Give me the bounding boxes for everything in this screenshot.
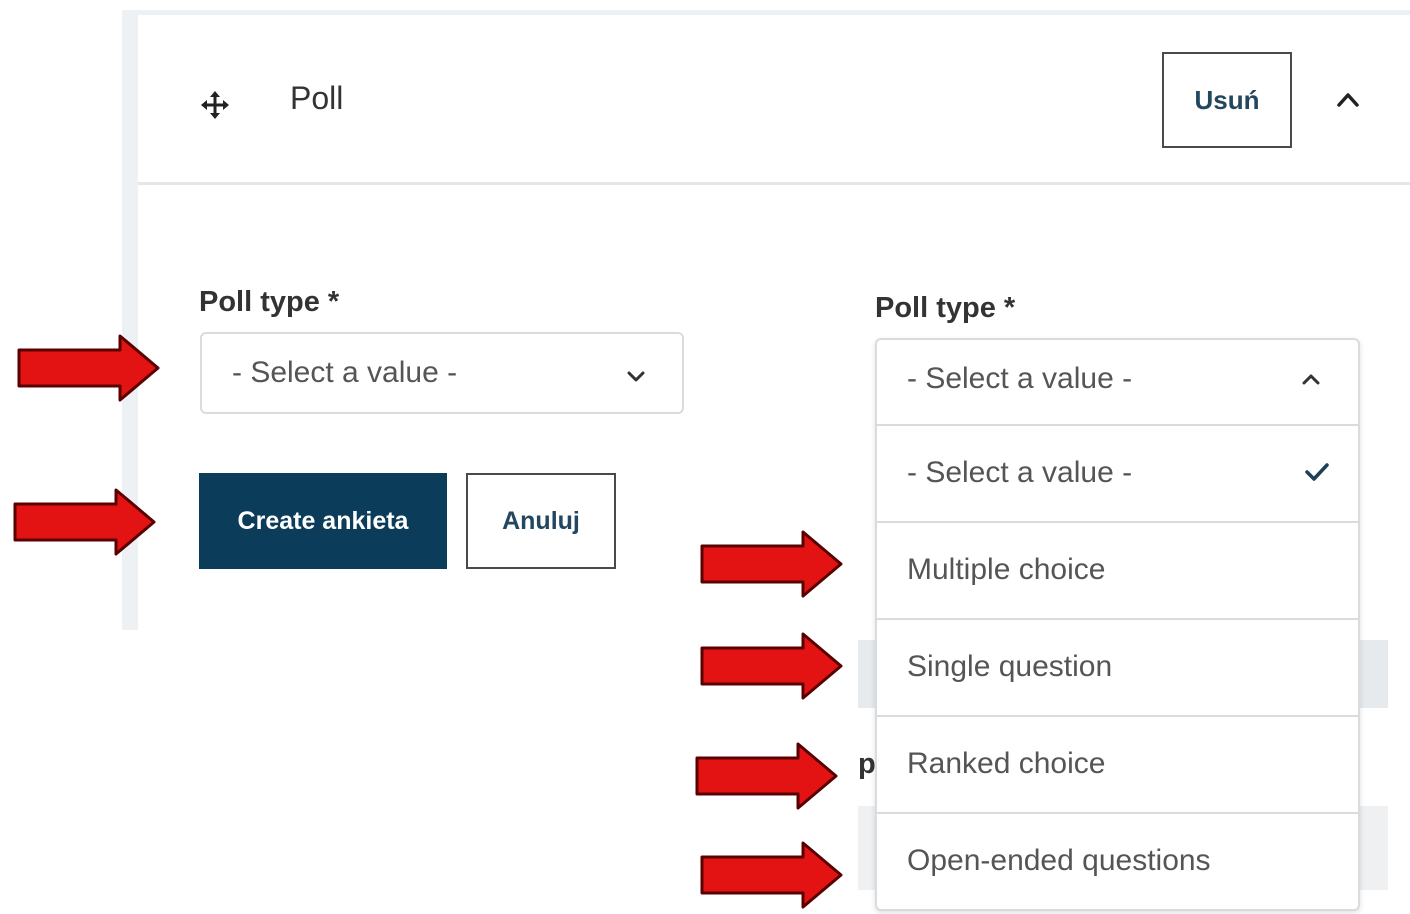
option-label: Multiple choice bbox=[907, 553, 1106, 586]
chevron-up-icon[interactable] bbox=[1330, 82, 1366, 118]
dropdown-option-select-a-value[interactable]: - Select a value - bbox=[877, 426, 1358, 523]
block-title: Poll bbox=[290, 80, 344, 116]
dropdown-option-multiple-choice[interactable]: Multiple choice bbox=[877, 523, 1358, 620]
remove-button[interactable]: Usuń bbox=[1162, 52, 1292, 148]
panel-top-border bbox=[122, 10, 1410, 15]
chevron-down-icon bbox=[622, 362, 650, 390]
option-label: Ranked choice bbox=[907, 747, 1106, 780]
poll-type-label: Poll type * bbox=[199, 286, 340, 318]
dropdown-option-ranked-choice[interactable]: Ranked choice bbox=[877, 717, 1358, 814]
cancel-button[interactable]: Anuluj bbox=[466, 473, 616, 569]
background-label-fragment: p bbox=[858, 748, 876, 780]
red-arrow-icon bbox=[17, 334, 160, 402]
poll-type-select[interactable]: - Select a value - bbox=[200, 332, 684, 414]
poll-type-dropdown[interactable]: - Select a value - - Select a value - Mu… bbox=[875, 338, 1360, 911]
header-divider bbox=[138, 182, 1410, 185]
red-arrow-icon bbox=[695, 742, 838, 810]
red-arrow-icon bbox=[700, 632, 843, 700]
option-label: - Select a value - bbox=[907, 456, 1133, 489]
drag-handle-icon[interactable] bbox=[200, 90, 230, 120]
dropdown-option-open-ended-questions[interactable]: Open-ended questions bbox=[877, 814, 1358, 909]
red-arrow-icon bbox=[700, 530, 843, 598]
dropdown-option-single-question[interactable]: Single question bbox=[877, 620, 1358, 717]
select-value: - Select a value - bbox=[907, 362, 1133, 395]
chevron-up-icon bbox=[1297, 366, 1325, 394]
option-label: Single question bbox=[907, 650, 1113, 683]
checkmark-icon bbox=[1301, 456, 1333, 488]
poll-type-label: Poll type * bbox=[875, 292, 1016, 324]
create-poll-button[interactable]: Create ankieta bbox=[199, 473, 447, 569]
red-arrow-icon bbox=[13, 488, 156, 556]
red-arrow-icon bbox=[700, 841, 843, 909]
select-value: - Select a value - bbox=[232, 356, 458, 389]
poll-type-select-open[interactable]: - Select a value - bbox=[877, 340, 1358, 426]
option-label: Open-ended questions bbox=[907, 844, 1211, 877]
